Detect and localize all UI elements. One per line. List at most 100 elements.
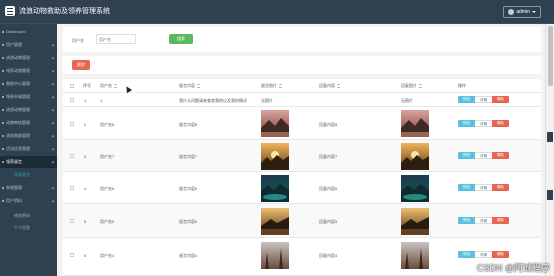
search-label: 用户名 — [72, 38, 84, 43]
side-tab-toggle[interactable] — [547, 132, 553, 142]
message-icon — [2, 161, 4, 163]
side-tab-toggle[interactable] — [547, 190, 553, 200]
header-image[interactable]: 留言图片 — [261, 79, 282, 93]
edit-button[interactable]: 修改 — [458, 120, 475, 127]
sidebar-item-dashboard[interactable]: Dashboard — [0, 26, 57, 38]
detail-button[interactable]: 详情 — [475, 96, 492, 103]
edit-button[interactable]: 修改 — [458, 152, 475, 159]
header-reply-image[interactable]: 回复图片 — [401, 79, 422, 93]
row-checkbox[interactable] — [70, 253, 74, 257]
header-user[interactable]: 用户名 — [100, 79, 117, 93]
delete-button[interactable]: 删除 — [492, 96, 509, 103]
message-image-thumbnail[interactable] — [261, 242, 289, 269]
sidebar-item-system[interactable]: 系统管理 — [0, 182, 57, 194]
chevron-down-icon — [51, 199, 55, 203]
row-checkbox[interactable] — [70, 186, 74, 190]
search-button[interactable]: 搜索 — [169, 34, 193, 44]
cell-user: 用户名4 — [100, 253, 115, 258]
delete-button[interactable]: 删除 — [492, 251, 509, 258]
detail-button[interactable]: 详情 — [475, 217, 492, 224]
cell-reply-image-text: 无图片 — [401, 98, 413, 103]
delete-button[interactable]: 删除 — [492, 184, 509, 191]
sidebar-item-stray-animals[interactable]: 流浪动物管理 — [0, 52, 57, 64]
header-label: 回复内容 — [319, 83, 335, 88]
row-actions: 修改 详情 删除 — [458, 152, 509, 159]
header-reply[interactable]: 回复内容 — [319, 79, 340, 93]
sort-icon — [197, 83, 200, 88]
chevron-down-icon — [51, 56, 55, 60]
delete-button[interactable]: 删除 — [492, 217, 509, 224]
message-image-thumbnail[interactable] — [261, 143, 289, 170]
gear-icon — [2, 187, 4, 189]
row-actions: 修改 详情 删除 — [458, 120, 509, 127]
header-label: 留言内容 — [179, 83, 195, 88]
sidebar-item-label: 用户资料 — [6, 198, 22, 203]
sidebar-item-adopt-apply[interactable]: 领养申请管理 — [0, 91, 57, 103]
search-input[interactable] — [96, 34, 136, 44]
sidebar-item-rescue-center[interactable]: 救助中心管理 — [0, 78, 57, 90]
detail-button[interactable]: 详情 — [475, 184, 492, 191]
sidebar-item-activities[interactable]: 活动信息管理 — [0, 143, 57, 155]
sidebar-item-adopt-animals[interactable]: 领养动物管理 — [0, 65, 57, 77]
detail-button[interactable]: 详情 — [475, 251, 492, 258]
dashboard-icon — [2, 31, 4, 33]
edit-button[interactable]: 修改 — [458, 217, 475, 224]
scrollbar-thumb[interactable] — [548, 26, 553, 86]
sidebar-item-profile[interactable]: 用户资料 — [0, 195, 57, 207]
sidebar-item-label: 领养留言 — [6, 159, 22, 164]
cell-reply: 回复内容5 — [319, 219, 338, 224]
avatar — [508, 9, 515, 15]
message-image-thumbnail[interactable] — [261, 175, 289, 202]
header-actions: 操作 — [458, 83, 466, 88]
sidebar-subitem-messages[interactable]: 领养留言 — [0, 169, 57, 180]
cell-user: 用户名7 — [100, 154, 115, 159]
sidebar-item-users[interactable]: 用户管理 — [0, 39, 57, 51]
detail-button[interactable]: 详情 — [475, 120, 492, 127]
chevron-down-icon — [51, 69, 55, 73]
row-checkbox[interactable] — [70, 154, 74, 158]
sort-icon — [279, 83, 282, 88]
search-panel: 用户名 搜索 — [63, 27, 541, 52]
header-content[interactable]: 留言内容 — [179, 79, 200, 93]
sidebar-item-messages[interactable]: 领养留言 — [0, 156, 57, 168]
cell-reply: 回复内容8 — [319, 122, 338, 127]
table-row: 3 用户名7 留言内容7 回复内容7 修改 详情 删除 — [63, 140, 541, 172]
sidebar-subitem-password[interactable]: 修改密码 — [0, 210, 57, 221]
edit-button[interactable]: 修改 — [458, 184, 475, 191]
main-content: 用户名 搜索 删除 序号 用户名 留言内容 留言图片 回复内容 回复图片 操作 … — [57, 24, 545, 276]
reply-image-thumbnail[interactable] — [401, 110, 429, 137]
edit-button[interactable]: 修改 — [458, 251, 475, 258]
chevron-down-icon — [51, 82, 55, 86]
menu-toggle-icon[interactable] — [5, 6, 15, 16]
reply-image-thumbnail[interactable] — [401, 242, 429, 269]
select-all-checkbox[interactable] — [70, 84, 74, 88]
reply-image-thumbnail[interactable] — [401, 143, 429, 170]
message-image-thumbnail[interactable] — [261, 208, 289, 235]
home-icon — [2, 83, 4, 85]
chevron-down-icon — [51, 43, 55, 47]
message-image-thumbnail[interactable] — [261, 110, 289, 137]
sidebar-item-label: 用户管理 — [6, 42, 22, 47]
detail-button[interactable]: 详情 — [475, 152, 492, 159]
batch-delete-button[interactable]: 删除 — [72, 60, 90, 70]
sidebar-item-rescue[interactable]: 流浪救助管理 — [0, 130, 57, 142]
delete-button[interactable]: 删除 — [492, 152, 509, 159]
delete-button[interactable]: 删除 — [492, 120, 509, 127]
sidebar-subitem-profile-info[interactable]: 个人信息 — [0, 222, 57, 233]
table-row: 6 用户名4 留言内容4 回复内容4 修改 详情 删除 — [63, 238, 541, 276]
row-checkbox[interactable] — [70, 98, 74, 102]
cell-index: 6 — [84, 253, 87, 258]
vertical-scrollbar[interactable] — [545, 24, 554, 276]
reply-image-thumbnail[interactable] — [401, 208, 429, 235]
edit-button[interactable]: 修改 — [458, 96, 475, 103]
sidebar-item-animal-review[interactable]: 动物审核管理 — [0, 117, 57, 129]
users-icon — [2, 44, 4, 46]
paw-icon — [2, 70, 4, 72]
row-checkbox[interactable] — [70, 219, 74, 223]
user-menu[interactable]: admin — [503, 6, 541, 18]
sort-icon — [114, 83, 117, 88]
sidebar-item-stray-manage[interactable]: 流浪动物管理 — [0, 104, 57, 116]
row-checkbox[interactable] — [70, 122, 74, 126]
reply-image-thumbnail[interactable] — [401, 175, 429, 202]
cell-user: 用户名8 — [100, 122, 115, 127]
